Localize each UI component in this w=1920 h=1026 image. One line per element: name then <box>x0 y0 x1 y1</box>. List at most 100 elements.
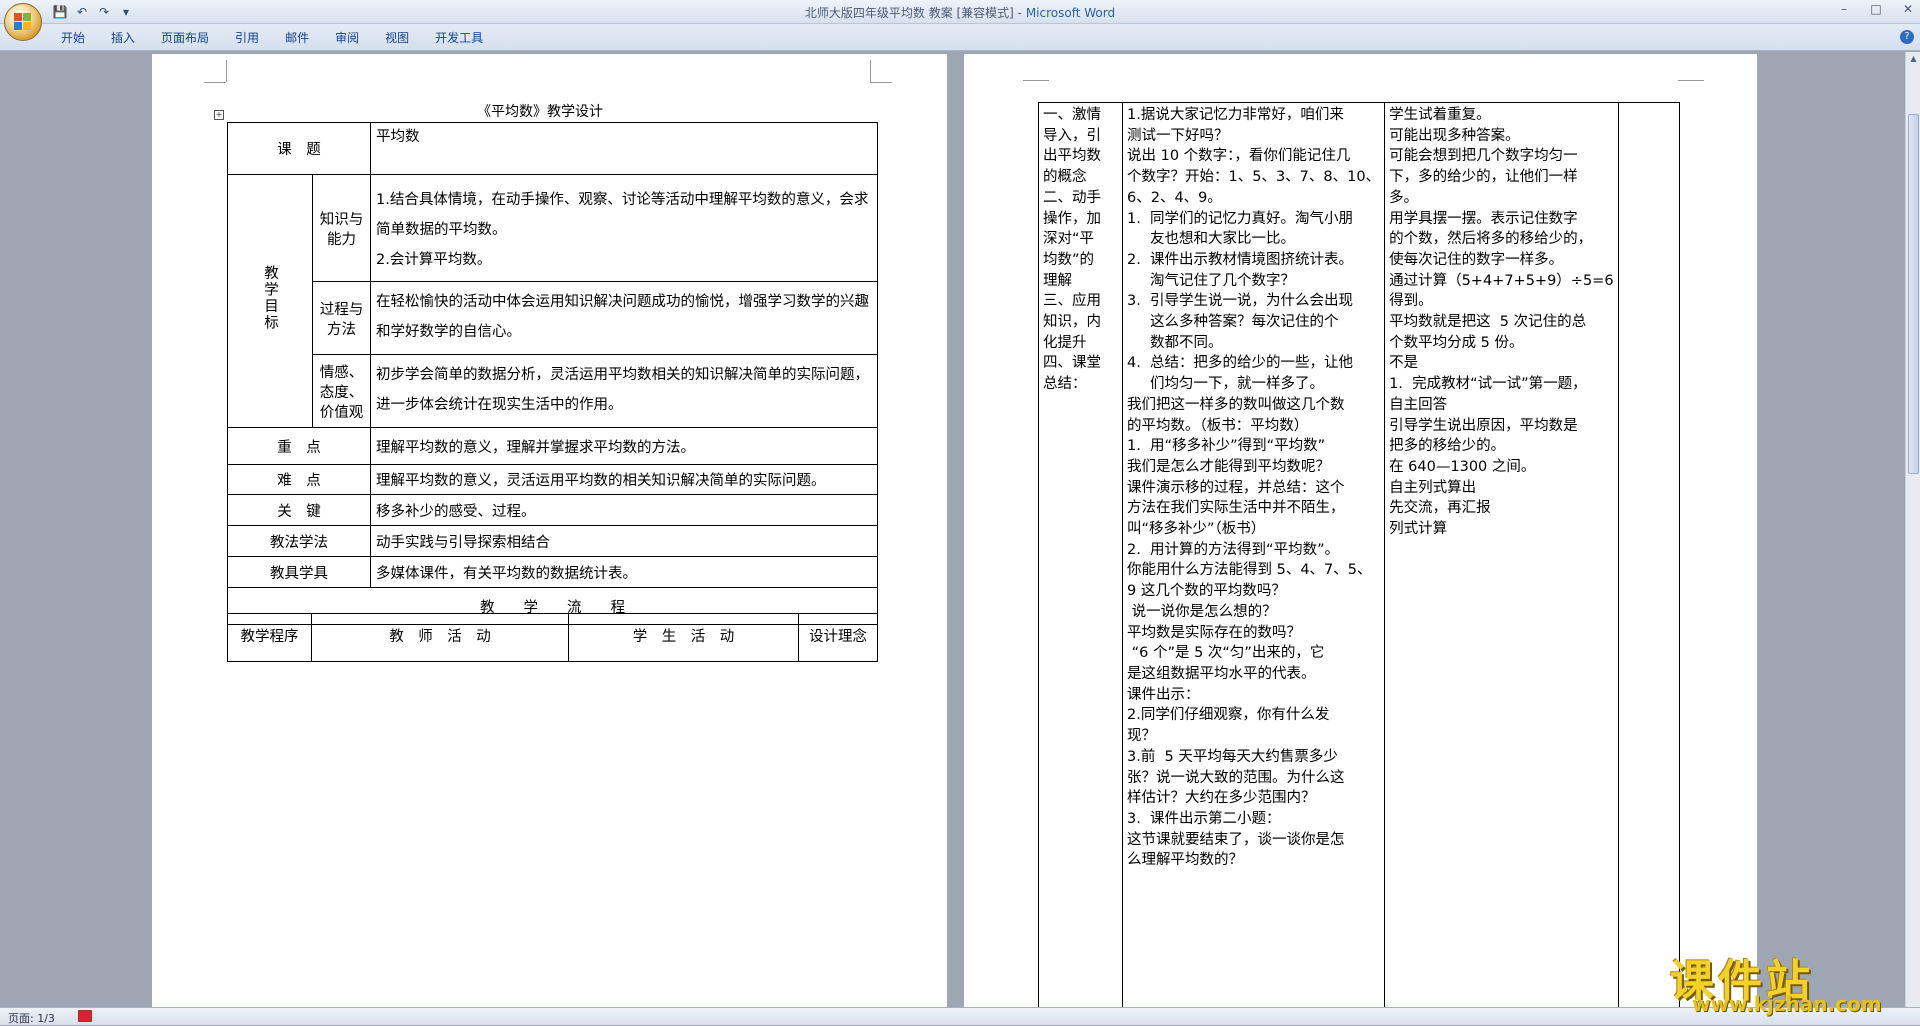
office-button[interactable] <box>4 3 42 41</box>
key-label: 关 键 <box>228 495 371 526</box>
window-title-app: Microsoft Word <box>1026 6 1115 20</box>
student-activity-line: 的个数，然后将多的移给少的， <box>1389 229 1613 250</box>
course-label: 课 题 <box>228 123 371 175</box>
teacher-activity-line: 1. 同学们的记忆力真好。淘气小朋 <box>1127 209 1380 230</box>
close-button[interactable]: ✕ <box>1900 2 1916 18</box>
procedure-line: 总结： <box>1043 374 1118 395</box>
scrollbar-thumb[interactable] <box>1908 114 1919 474</box>
objective-knowledge[interactable]: 1.结合具体情境，在动手操作、观察、讨论等活动中理解平均数的意义，会求简单数据的… <box>371 175 878 282</box>
objective-knowledge-line-2: 2.会计算平均数。 <box>376 245 872 275</box>
teacher-activity-line: 说出 10 个数字：，看你们能记住几 <box>1127 146 1380 167</box>
teacher-activity-line: 平均数是实际存在的数吗？ <box>1127 623 1380 644</box>
teacher-activity-line: 张？说一说大致的范围。为什么这 <box>1127 768 1380 789</box>
teacher-activity-line: 2. 课件出示教材情境图挤统计表。 <box>1127 250 1380 271</box>
tab-insert[interactable]: 插入 <box>98 29 148 47</box>
teacher-activity-line: 你能用什么方法能得到 5、4、7、5、 <box>1127 560 1380 581</box>
title-bar: 💾 ↶ ↷ ▾ 北师大版四年级平均数 教案 [兼容模式] - Microsoft… <box>0 0 1920 24</box>
key-point-value[interactable]: 理解平均数的意义，理解并掌握求平均数的方法。 <box>371 428 878 465</box>
difficulty-value[interactable]: 理解平均数的意义，灵活运用平均数的相关知识解决简单的实际问题。 <box>371 465 878 495</box>
course-value[interactable]: 平均数 <box>371 123 878 175</box>
teacher-activity-line: 淘气记住了几个数字？ <box>1127 271 1380 292</box>
lesson-info-table: 课 题 平均数 教学目标 知识与能力 1.结合具体情境，在动手操作、观察、讨论等… <box>227 122 878 625</box>
student-activity-line: 通过计算（5+4+7+5+9）÷5=6 <box>1389 271 1613 292</box>
objective-process[interactable]: 在轻松愉快的活动中体会运用知识解决问题成功的愉悦，增强学习数学的兴趣和学好数学的… <box>371 282 878 355</box>
teacher-activity-line: “6 个”是 5 次“匀”出来的，它 <box>1127 643 1380 664</box>
student-activity-column[interactable]: 学生试着重复。可能出现多种答案。可能会想到把几个数字均匀一下，多的给少的，让他们… <box>1385 103 1618 1012</box>
teacher-activity-line: 3.前 5 天平均每天大约售票多少 <box>1127 747 1380 768</box>
procedure-line: 二、动手 <box>1043 188 1118 209</box>
tab-developer[interactable]: 开发工具 <box>422 29 496 47</box>
student-activity-line: 列式计算 <box>1389 519 1613 540</box>
teacher-activity-line: 叫“移多补少”（板书） <box>1127 519 1380 540</box>
teacher-activity-line: 数都不同。 <box>1127 333 1380 354</box>
document-page-2[interactable]: 一、激情导入，引出平均数的概念二、动手操作，加深对“平均数”的理解三、应用知识，… <box>964 54 1757 1007</box>
teacher-activity-line: 友也想和大家比一比。 <box>1127 229 1380 250</box>
objective-attitude[interactable]: 初步学会简单的数据分析，灵活运用平均数相关的知识解决简单的实际问题，进一步体会统… <box>371 355 878 428</box>
teacher-activity-line: 样估计？大约在多少范围内？ <box>1127 788 1380 809</box>
table-move-handle-icon[interactable]: + <box>214 110 224 120</box>
tab-references[interactable]: 引用 <box>222 29 272 47</box>
student-activity-line: 在 640—1300 之间。 <box>1389 457 1613 478</box>
flow-header-teacher: 教 师 活 动 <box>312 614 569 662</box>
page-indicator[interactable]: 页面: 1/3 <box>8 1010 55 1026</box>
tab-page-layout[interactable]: 页面布局 <box>148 29 222 47</box>
key-value[interactable]: 移多补少的感受、过程。 <box>371 495 878 526</box>
maximize-button[interactable]: □ <box>1868 2 1884 18</box>
teacher-activity-line: 9 这几个数的平均数吗？ <box>1127 581 1380 602</box>
student-activity-line: 自主回答 <box>1389 395 1613 416</box>
procedure-line: 的概念 <box>1043 167 1118 188</box>
document-heading: 《平均数》教学设计 <box>477 101 603 121</box>
procedure-line: 导入，引 <box>1043 126 1118 147</box>
teacher-activity-line: 3. 课件出示第二小题： <box>1127 809 1380 830</box>
window-title: 北师大版四年级平均数 教案 [兼容模式] - Microsoft Word <box>0 4 1920 21</box>
method-label: 教法学法 <box>228 526 371 557</box>
materials-value[interactable]: 多媒体课件，有关平均数的数据统计表。 <box>371 557 878 588</box>
watermark-url: www.kjzhan.com <box>1692 992 1882 1016</box>
scroll-up-icon[interactable]: ▲ <box>1908 54 1919 64</box>
status-bar: 页面: 1/3 <box>0 1007 1920 1025</box>
teacher-activity-line: 现？ <box>1127 726 1380 747</box>
tab-home[interactable]: 开始 <box>48 29 98 47</box>
procedure-line: 四、课堂 <box>1043 353 1118 374</box>
proofing-icon[interactable] <box>78 1010 92 1022</box>
ribbon: 开始 插入 页面布局 引用 邮件 审阅 视图 开发工具 ? <box>0 24 1920 51</box>
teacher-activity-line: 们均匀一下，就一样多了。 <box>1127 374 1380 395</box>
materials-label: 教具学具 <box>228 557 371 588</box>
teacher-activity-column[interactable]: 1.据说大家记忆力非常好，咱们来测试一下好吗？说出 10 个数字：，看你们能记住… <box>1123 103 1385 1012</box>
teacher-activity-line: 方法在我们实际生活中并不陌生， <box>1127 498 1380 519</box>
teacher-activity-line: 这么多种答案？每次记住的个 <box>1127 312 1380 333</box>
tab-mailings[interactable]: 邮件 <box>272 29 322 47</box>
ribbon-tabs: 开始 插入 页面布局 引用 邮件 审阅 视图 开发工具 <box>48 29 496 47</box>
teacher-activity-line: 6、2、4、9。 <box>1127 188 1380 209</box>
flow-header-student: 学 生 活 动 <box>569 614 799 662</box>
teacher-activity-line: 课件出示： <box>1127 685 1380 706</box>
student-activity-line: 先交流，再汇报 <box>1389 498 1613 519</box>
help-icon[interactable]: ? <box>1900 30 1914 44</box>
lesson-flow-table: 一、激情导入，引出平均数的概念二、动手操作，加深对“平均数”的理解三、应用知识，… <box>1038 102 1680 1012</box>
teacher-activity-line: 3. 引导学生说一说，为什么会出现 <box>1127 291 1380 312</box>
student-activity-line: 得到。 <box>1389 291 1613 312</box>
window-controls: – □ ✕ <box>1836 2 1916 18</box>
minimize-button[interactable]: – <box>1836 2 1852 18</box>
flow-header-concept: 设计理念 <box>799 614 878 662</box>
vertical-scrollbar[interactable]: ▲ <box>1905 52 1920 1007</box>
procedure-line: 深对“平 <box>1043 229 1118 250</box>
tab-review[interactable]: 审阅 <box>322 29 372 47</box>
student-activity-line: 可能出现多种答案。 <box>1389 126 1613 147</box>
document-page-1[interactable]: + 《平均数》教学设计 课 题 平均数 教学目标 知识与能力 1.结合具体情境，… <box>152 54 947 1007</box>
student-activity-line: 用学具摆一摆。表示记住数字 <box>1389 209 1613 230</box>
student-activity-lines: 学生试着重复。可能出现多种答案。可能会想到把几个数字均匀一下，多的给少的，让他们… <box>1389 105 1613 540</box>
teacher-activity-line: 这节课就要结束了，谈一谈你是怎 <box>1127 830 1380 851</box>
procedure-line: 理解 <box>1043 271 1118 292</box>
teacher-activity-line: 课件演示移的过程，并总结：这个 <box>1127 478 1380 499</box>
procedure-line: 出平均数 <box>1043 146 1118 167</box>
tab-view[interactable]: 视图 <box>372 29 422 47</box>
procedure-column[interactable]: 一、激情导入，引出平均数的概念二、动手操作，加深对“平均数”的理解三、应用知识，… <box>1039 103 1123 1012</box>
procedure-line: 三、应用 <box>1043 291 1118 312</box>
design-concept-column[interactable] <box>1618 103 1679 1012</box>
window-title-doc: 北师大版四年级平均数 教案 [兼容模式] - <box>805 6 1026 20</box>
teacher-activity-line: 1.据说大家记忆力非常好，咱们来 <box>1127 105 1380 126</box>
method-value[interactable]: 动手实践与引导探索相结合 <box>371 526 878 557</box>
procedure-line: 均数”的 <box>1043 250 1118 271</box>
teacher-activity-line: 的平均数。（板书：平均数） <box>1127 416 1380 437</box>
